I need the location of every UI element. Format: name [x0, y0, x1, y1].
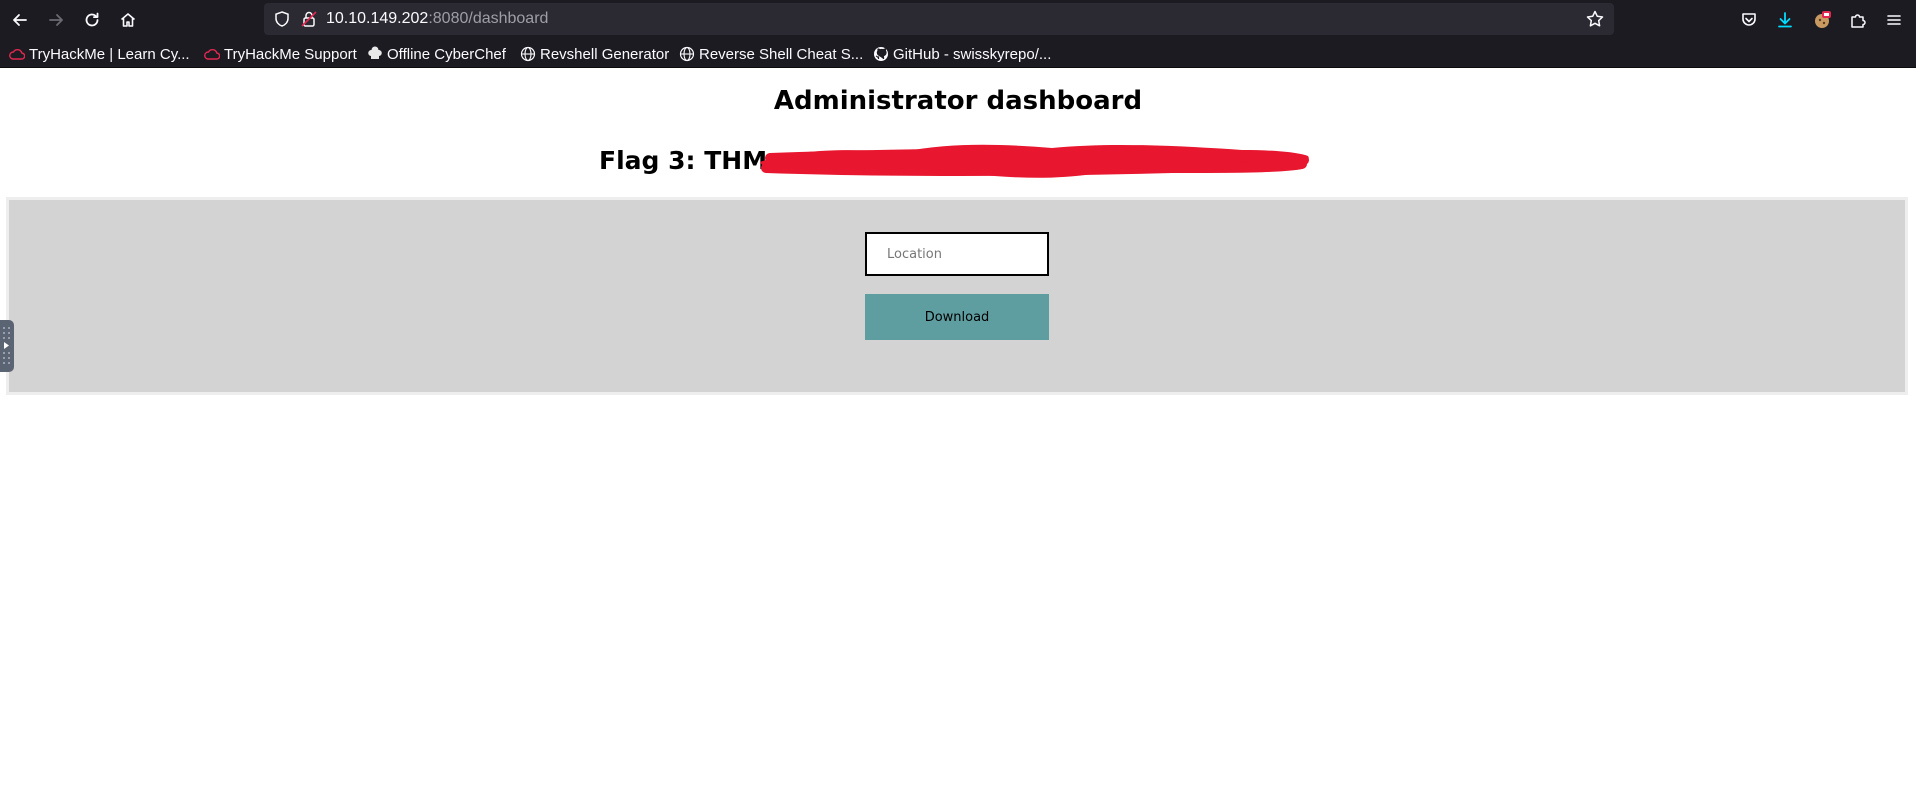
bookmark-tryhackme-support[interactable]: TryHackMe Support	[204, 40, 357, 68]
bookmark-revshell-generator[interactable]: Revshell Generator	[520, 40, 669, 68]
url-text[interactable]: 10.10.149.202:8080/dashboard	[326, 3, 548, 35]
extensions-button[interactable]	[1846, 8, 1870, 32]
reload-button[interactable]	[80, 8, 104, 32]
download-button[interactable]: Download	[865, 294, 1049, 340]
cookie-extension-icon	[1815, 11, 1831, 28]
insecure-lock-icon[interactable]	[300, 10, 318, 32]
home-button[interactable]	[116, 8, 140, 32]
page-title: Administrator dashboard	[773, 86, 1143, 116]
bookmarks-toolbar: TryHackMe | Learn Cy... TryHackMe Suppor…	[0, 40, 1916, 68]
reload-icon	[85, 12, 99, 27]
github-icon	[873, 46, 889, 62]
downloads-button[interactable]	[1773, 8, 1797, 32]
bookmark-label: TryHackMe Support	[224, 45, 357, 63]
arrow-right-icon	[49, 14, 63, 26]
bookmark-label: GitHub - swisskyrepo/...	[893, 45, 1052, 63]
pocket-icon	[1742, 13, 1756, 26]
tracking-shield-icon[interactable]	[273, 10, 291, 32]
tryhackme-icon	[204, 46, 220, 62]
url-host: 10.10.149.202	[326, 10, 429, 27]
globe-icon	[679, 46, 695, 62]
drag-handle-icon	[3, 327, 10, 364]
bookmark-tryhackme-learn[interactable]: TryHackMe | Learn Cy...	[9, 40, 190, 68]
bookmark-label: TryHackMe | Learn Cy...	[29, 45, 190, 63]
extension-button[interactable]	[1810, 8, 1834, 32]
bookmark-label: Revshell Generator	[540, 45, 670, 63]
forward-button[interactable]	[44, 8, 68, 32]
home-icon	[120, 13, 136, 27]
bookmark-github-swisskyrepo[interactable]: GitHub - swisskyrepo/...	[873, 40, 1051, 68]
bookmark-offline-cyberchef[interactable]: Offline CyberChef	[367, 40, 506, 68]
url-path: :8080/dashboard	[428, 10, 549, 27]
bookmark-label: Offline CyberChef	[387, 45, 506, 63]
bookmark-star-icon[interactable]	[1585, 9, 1605, 33]
hamburger-menu-icon	[1887, 15, 1901, 25]
chef-hat-icon	[367, 46, 383, 62]
menu-button[interactable]	[1882, 8, 1906, 32]
tryhackme-icon	[9, 46, 25, 62]
download-arrow-icon	[1778, 12, 1792, 28]
red-redaction-scribble	[760, 144, 1309, 178]
puzzle-icon	[1851, 14, 1866, 28]
browser-toolbar: 10.10.149.202:8080/dashboard	[0, 0, 1916, 40]
bookmark-label: Reverse Shell Cheat S...	[699, 45, 864, 63]
location-input[interactable]	[865, 232, 1049, 276]
url-bar[interactable]: 10.10.149.202:8080/dashboard	[264, 3, 1614, 35]
bookmark-reverse-shell-cheat-sheet[interactable]: Reverse Shell Cheat S...	[679, 40, 863, 68]
pocket-button[interactable]	[1737, 8, 1761, 32]
globe-icon	[520, 46, 536, 62]
flag-heading: Flag 3: THM	[599, 146, 768, 175]
back-button[interactable]	[8, 8, 32, 32]
arrow-left-icon	[13, 14, 27, 26]
side-panel-handle[interactable]	[0, 320, 14, 372]
